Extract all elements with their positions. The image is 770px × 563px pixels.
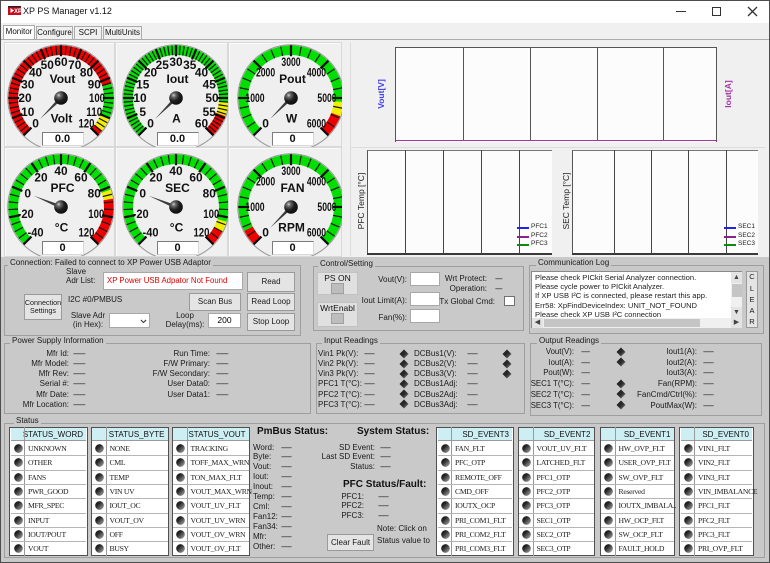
svg-text:-20: -20 xyxy=(133,207,149,221)
svg-text:40: 40 xyxy=(54,164,68,178)
svg-text:0: 0 xyxy=(262,117,269,131)
svg-text:50: 50 xyxy=(205,91,219,105)
svg-text:0: 0 xyxy=(139,186,146,200)
svg-text:2000: 2000 xyxy=(256,175,275,189)
svg-text:0: 0 xyxy=(147,117,154,131)
svg-text:10: 10 xyxy=(21,105,35,119)
svg-text:PFC: PFC xyxy=(51,181,75,195)
svg-text:20: 20 xyxy=(149,170,163,184)
svg-text:0: 0 xyxy=(262,226,269,240)
svg-text:6000: 6000 xyxy=(307,117,326,131)
svg-text:W: W xyxy=(286,112,298,126)
svg-text:40: 40 xyxy=(169,164,183,178)
svg-text:SEC: SEC xyxy=(165,181,190,195)
svg-text:80: 80 xyxy=(203,186,217,200)
svg-text:4000: 4000 xyxy=(307,66,326,80)
svg-text:100: 100 xyxy=(203,207,219,221)
svg-text:Vout: Vout xyxy=(50,72,76,86)
svg-text:-20: -20 xyxy=(18,207,34,221)
svg-text:60: 60 xyxy=(195,117,209,131)
svg-text:120: 120 xyxy=(78,117,94,131)
svg-text:Iout: Iout xyxy=(167,72,189,86)
svg-text:5: 5 xyxy=(139,105,146,119)
svg-text:1000: 1000 xyxy=(245,91,264,105)
svg-text:Volt: Volt xyxy=(51,112,73,126)
svg-text:6000: 6000 xyxy=(307,226,326,240)
svg-text:5000: 5000 xyxy=(317,200,336,214)
svg-text:RPM: RPM xyxy=(278,221,305,235)
svg-text:25: 25 xyxy=(156,58,170,72)
svg-text:1000: 1000 xyxy=(245,200,264,214)
svg-text:120: 120 xyxy=(193,226,209,240)
svg-text:90: 90 xyxy=(88,77,102,91)
svg-text:5000: 5000 xyxy=(317,91,336,105)
svg-text:60: 60 xyxy=(74,170,88,184)
svg-text:0: 0 xyxy=(24,186,31,200)
svg-text:A: A xyxy=(172,112,181,126)
svg-text:°C: °C xyxy=(170,221,184,235)
svg-text:-40: -40 xyxy=(28,226,44,240)
svg-text:60: 60 xyxy=(189,170,203,184)
svg-text:20: 20 xyxy=(18,91,32,105)
svg-text:45: 45 xyxy=(203,77,217,91)
svg-text:60: 60 xyxy=(54,55,68,69)
svg-text:Pout: Pout xyxy=(279,72,306,86)
svg-text:FAN: FAN xyxy=(281,181,305,195)
svg-text:30: 30 xyxy=(169,55,183,69)
svg-text:XP: XP xyxy=(14,9,21,15)
svg-text:3000: 3000 xyxy=(281,55,300,69)
svg-text:-40: -40 xyxy=(143,226,159,240)
svg-text:100: 100 xyxy=(89,91,105,105)
svg-text:50: 50 xyxy=(41,58,55,72)
svg-text:10: 10 xyxy=(133,91,147,105)
svg-text:2000: 2000 xyxy=(256,66,275,80)
svg-text:100: 100 xyxy=(88,207,104,221)
svg-text:20: 20 xyxy=(34,170,48,184)
svg-text:80: 80 xyxy=(88,186,102,200)
svg-text:°C: °C xyxy=(55,221,69,235)
svg-text:3000: 3000 xyxy=(281,164,300,178)
svg-text:120: 120 xyxy=(78,226,94,240)
svg-text:4000: 4000 xyxy=(307,175,326,189)
